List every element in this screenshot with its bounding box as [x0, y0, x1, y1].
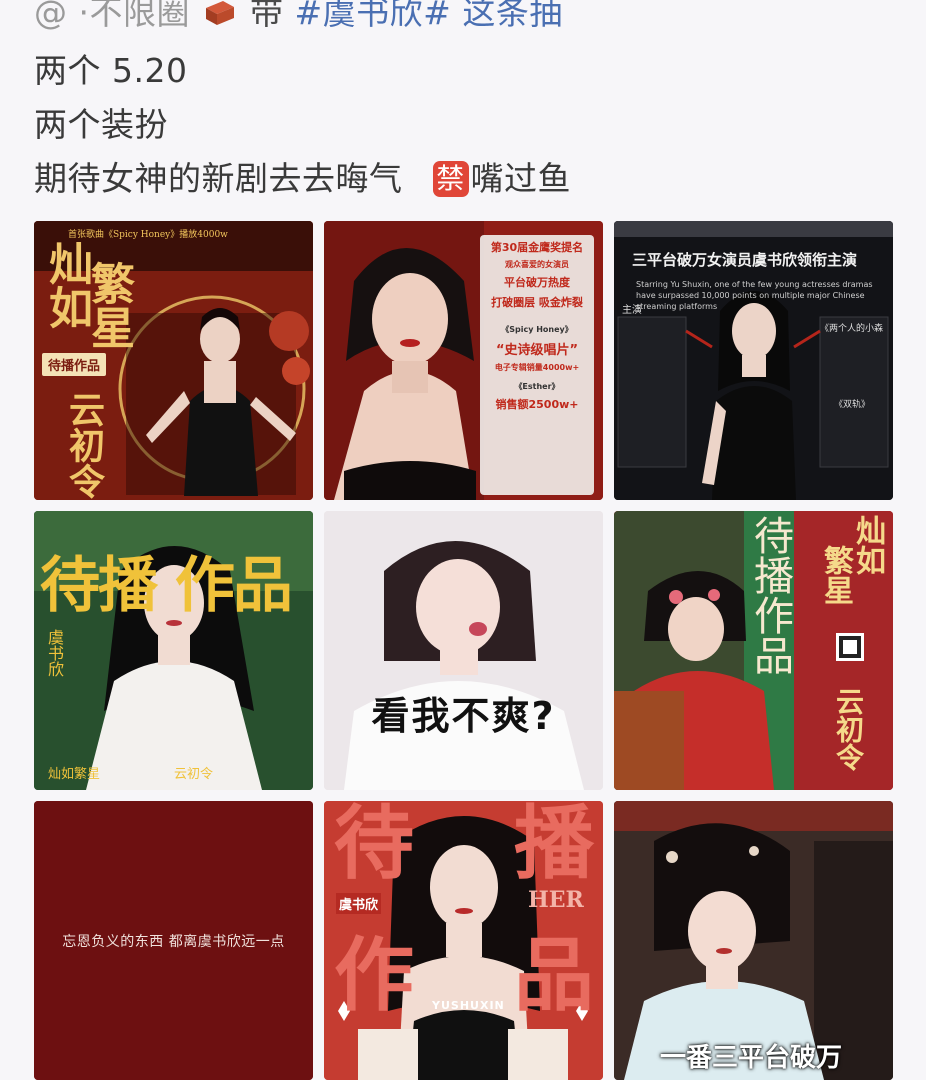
tile-2-line-4: 打破圈层 吸金炸裂 — [491, 296, 583, 309]
tile-8-side-en: HER — [528, 887, 584, 913]
tile-8-big-c: 作 — [334, 928, 414, 1022]
tile-1-title-a: 灿如 — [41, 241, 92, 329]
ban-emoji-icon: 禁 — [432, 161, 469, 197]
tile-3-title: 三平台破万女演员虞书欣领衔主演 — [632, 251, 858, 269]
tile-1-bottom: 云初令 — [63, 391, 105, 499]
post-line-1-mid: 带 — [250, 0, 284, 32]
tile-3-right-label-1: 《两个人的小森 — [820, 324, 884, 334]
tile-6-title-b: 繁星 — [818, 545, 853, 605]
post-line-4: 期待女神的新剧去去晦气禁嘴过鱼 — [34, 152, 914, 206]
tile-3-right-label-2: 《双轨》 — [834, 400, 871, 410]
tile-3-subtitle: Starring Yu Shuxin, one of the few young… — [636, 280, 873, 311]
post-line-1: @ ·不限圈 带 #虞书欣# 这条抽 — [34, 0, 914, 44]
tile-1-title-b: 繁星 — [83, 261, 134, 349]
image-grid: 首张歌曲《Spicy Honey》播放4000w 灿如 繁星 待播作品 云初令 … — [34, 221, 893, 1080]
tile-8-side: 虞书欣 — [336, 893, 382, 914]
tile-4-banner: 待播 作品 — [40, 551, 293, 621]
tile-3-left-label: 主演 — [622, 305, 642, 316]
tile-4-bottom-right: 云初令 — [174, 767, 214, 782]
image-tile-2[interactable]: 第30届金鹰奖提名 观众喜爱的女演员 平台破万热度 打破圈层 吸金炸裂 《Spi… — [324, 221, 603, 500]
tile-6-bottom: 云初令 — [832, 687, 865, 771]
tile-8-big-b: 播 — [514, 801, 594, 890]
tile-6-title-a: 灿如 — [850, 515, 885, 575]
tile-4-bottom-left: 灿如繁星 — [48, 767, 101, 782]
tile-2-line-7: 电子专辑销量4000w+ — [494, 363, 580, 372]
brick-emoji-icon — [203, 0, 237, 44]
tile-6-mid: 待播作品 — [747, 515, 793, 675]
post-line-3: 两个装扮 — [34, 105, 168, 144]
tile-2-line-9: 销售额2500w+ — [495, 398, 579, 411]
tile-5-meme-text: 看我不爽? — [371, 694, 556, 738]
mention-prefix: @ — [34, 0, 68, 32]
image-tile-1[interactable]: 首张歌曲《Spicy Honey》播放4000w 灿如 繁星 待播作品 云初令 — [34, 221, 313, 500]
image-tile-8[interactable]: 待 播 作 品 虞书欣 HER YUSHUXIN — [324, 801, 603, 1080]
image-tile-4[interactable]: 待播 作品 虞书欣 灿如繁星 云初令 — [34, 511, 313, 790]
post-line-4-tail: 嘴过鱼 — [470, 159, 571, 198]
tile-2-line-2: 观众喜爱的女演员 — [505, 260, 569, 269]
post-line-4-text: 期待女神的新剧去去晦气 — [34, 159, 403, 198]
tile-1-header: 首张歌曲《Spicy Honey》播放4000w — [68, 230, 228, 240]
tile-4-name: 虞书欣 — [45, 629, 64, 677]
post-line-1-suffix: 这条抽 — [462, 0, 563, 32]
image-tile-5[interactable]: 看我不爽? — [324, 511, 603, 790]
image-tile-9[interactable]: 一番三平台破万 — [614, 801, 893, 1080]
tile-7-quote: 忘恩负义的东西 都离虞书欣远一点 — [62, 934, 285, 950]
tile-2-line-6: “史诗级唱片” — [495, 343, 579, 358]
post-line-2: 两个 5.20 — [34, 51, 188, 90]
tile-2-line-5: 《Spicy Honey》 — [501, 325, 573, 334]
tile-5-artwork — [324, 511, 603, 790]
tile-1-tag: 待播作品 — [42, 353, 107, 376]
image-tile-7[interactable]: 忘恩负义的东西 都离虞书欣远一点 — [34, 801, 313, 1080]
tile-2-line-8: 《Esther》 — [514, 382, 560, 391]
post-text: @ ·不限圈 带 #虞书欣# 这条抽 两个 5.20 两个装扮 期待女神的新剧去… — [34, 0, 914, 206]
topic-tag-link[interactable]: #虞书欣# — [295, 0, 452, 32]
tile-8-brand: YUSHUXIN — [432, 999, 505, 1012]
tile-8-big-a: 待 — [334, 801, 414, 890]
tile-8-big-d: 品 — [514, 928, 594, 1022]
image-tile-3[interactable]: 三平台破万女演员虞书欣领衔主演 Starring Yu Shuxin, one … — [614, 221, 893, 500]
image-tile-6[interactable]: 待播作品 灿如 繁星 云初令 — [614, 511, 893, 790]
tile-2-line-3: 平台破万热度 — [504, 276, 570, 289]
tile-2-line-1: 第30届金鹰奖提名 — [490, 241, 584, 254]
mention-handle[interactable]: ·不限圈 — [79, 0, 191, 32]
tile-2-info-panel: 第30届金鹰奖提名 观众喜爱的女演员 平台破万热度 打破圈层 吸金炸裂 《Spi… — [480, 235, 594, 495]
tile-9-caption: 一番三平台破万 — [660, 1043, 843, 1073]
